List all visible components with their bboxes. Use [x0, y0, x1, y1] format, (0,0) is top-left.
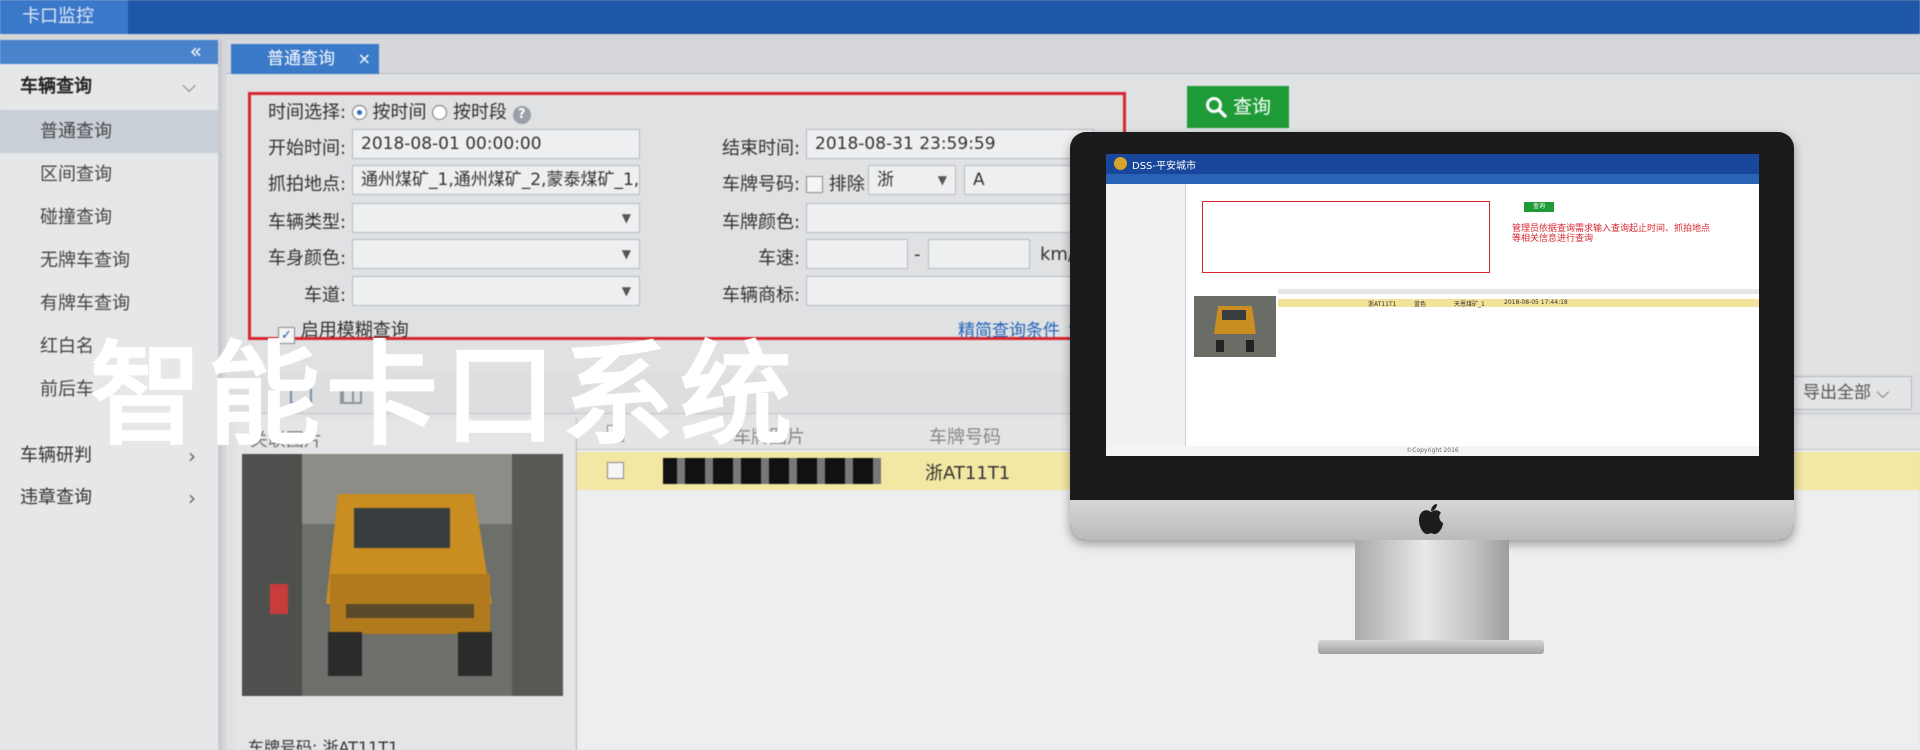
screen-list-row: 浙AT11T1 蓝色 天恩煤矿_1 2018-08-05 17:44:18: [1278, 299, 1759, 308]
speed-min-input[interactable]: [806, 239, 908, 269]
sidebar-group-label: 车辆查询: [20, 76, 92, 97]
police-badge-icon: [1114, 157, 1127, 170]
screen-list-header: [1278, 289, 1759, 294]
close-icon[interactable]: ×: [358, 44, 371, 74]
plate-province-select[interactable]: 浙 ▼: [868, 165, 956, 195]
monitor-foot: [1318, 640, 1544, 654]
sidebar-group-vehicle-query[interactable]: 车辆查询 ⌵: [0, 64, 218, 110]
tab-bayonet-monitor[interactable]: 卡口监控: [0, 0, 128, 34]
chevron-right-icon: ›: [188, 486, 196, 510]
chevron-down-icon: ⌵: [1876, 383, 1890, 403]
exclude-checkbox[interactable]: [806, 176, 823, 193]
screen-vehicle-photo: [1194, 296, 1276, 357]
screen-app-title: DSS-平安城市: [1132, 161, 1197, 172]
time-select-label: 时间选择:: [268, 102, 347, 123]
body-color-label: 车身颜色:: [268, 248, 347, 269]
screen-sidebar: [1106, 184, 1186, 456]
top-bar: 卡口监控: [0, 0, 1920, 34]
start-time-label: 开始时间:: [268, 138, 347, 159]
screen-annotation: 管理员依据查询需求输入查询起止时间、抓拍地点等相关信息进行查询: [1512, 224, 1711, 244]
chevron-down-icon: ▼: [621, 284, 631, 298]
end-time-label: 结束时间:: [722, 138, 801, 159]
row-plate-number: 浙AT11T1: [925, 463, 1011, 484]
location-input[interactable]: 通州煤矿_1,通州煤矿_2,蒙泰煤矿_1,: [352, 165, 640, 195]
truck-photo-icon: [242, 454, 563, 696]
plate-color-select[interactable]: ▼: [806, 203, 1094, 233]
screen-time: 2018-08-05 17:44:18: [1504, 299, 1568, 306]
tab-label: 普通查询: [267, 49, 335, 69]
speed-separator: -: [914, 244, 921, 265]
search-icon: [1206, 97, 1227, 118]
end-time-input[interactable]: 2018-08-31 23:59:59: [806, 129, 1094, 159]
screen-tab-bar: [1106, 174, 1759, 184]
screen-copyright: ©Copyright 2016: [1106, 446, 1759, 456]
vehicle-type-select[interactable]: ▼: [352, 203, 640, 233]
exclude-option[interactable]: 排除: [806, 170, 865, 196]
brand-label: 车辆商标:: [722, 285, 801, 306]
plate-province-value: 浙: [877, 170, 894, 190]
chevron-down-icon: ⌵: [182, 76, 196, 97]
screen-form-highlight: [1202, 201, 1490, 273]
search-label: 查询: [1233, 96, 1272, 118]
brand-select[interactable]: ▼: [806, 276, 1094, 306]
chevron-down-icon: ▼: [621, 247, 631, 261]
screen-color: 蓝色: [1414, 301, 1427, 308]
chevron-down-icon: ▼: [937, 173, 947, 187]
screen-location: 天恩煤矿_1: [1454, 301, 1485, 308]
lane-label: 车道:: [304, 285, 347, 306]
sidebar-item-collision-query[interactable]: 碰撞查询: [0, 196, 218, 239]
exclude-label: 排除: [828, 174, 865, 195]
sidebar-item-interval-query[interactable]: 区间查询: [0, 153, 218, 196]
plate-color-label: 车牌颜色:: [722, 212, 801, 233]
export-all-button[interactable]: 导出全部 ⌵: [1790, 376, 1912, 410]
sidebar-group-label: 车辆研判: [20, 445, 92, 466]
simplify-conditions-link[interactable]: 精简查询条件 ⌃: [958, 316, 1080, 341]
body-color-select[interactable]: ▼: [352, 239, 640, 269]
tab-normal-query[interactable]: 普通查询 ×: [231, 44, 379, 74]
time-select: 时间选择: 按时间 按时段 ?: [268, 98, 531, 124]
screen-header: DSS-平安城市: [1106, 154, 1759, 174]
collapse-icon[interactable]: «: [0, 40, 218, 64]
vehicle-photo: [242, 454, 563, 696]
lane-select[interactable]: ▼: [352, 276, 640, 306]
export-all-label: 导出全部: [1803, 383, 1871, 403]
sidebar-group-violation[interactable]: 违章查询 ›: [0, 477, 218, 519]
overlay-title: 智能卡口系统: [90, 331, 798, 461]
apple-logo-icon: [1419, 504, 1443, 535]
radio-by-time-label: 按时间: [372, 102, 427, 123]
sidebar-group-label: 违章查询: [20, 487, 92, 508]
radio-by-time[interactable]: [351, 105, 367, 120]
tab-strip: 普通查询 ×: [226, 40, 1920, 74]
start-time-input[interactable]: 2018-08-01 00:00:00: [352, 129, 640, 159]
sidebar-item-normal-query[interactable]: 普通查询: [0, 110, 218, 153]
radio-by-segment[interactable]: [432, 105, 448, 120]
plate-label: 车牌号码:: [722, 174, 801, 195]
col-plate-number: 车牌号码: [929, 427, 1001, 448]
sidebar-item-unplated-query[interactable]: 无牌车查询: [0, 239, 218, 282]
screen-truck-icon: [1194, 296, 1276, 357]
help-icon[interactable]: ?: [512, 106, 531, 124]
imac-monitor: DSS-平安城市 查询 管理员依据查询需求输入查询起止时间、抓拍地点等相关信息进…: [1070, 132, 1794, 540]
radio-by-segment-label: 按时段: [453, 102, 508, 123]
speed-label: 车速:: [758, 248, 801, 269]
screen-plate: 浙AT11T1: [1368, 301, 1397, 308]
chevron-down-icon: ▼: [621, 211, 631, 225]
speed-max-input[interactable]: [928, 239, 1030, 269]
vehicle-type-label: 车辆类型:: [268, 212, 347, 233]
screen-search-button: 查询: [1524, 202, 1554, 212]
search-button[interactable]: 查询: [1187, 86, 1289, 128]
simplify-label: 精简查询条件: [958, 321, 1060, 341]
detail-plate-text: 车牌号码: 浙AT11T1: [248, 738, 399, 750]
location-label: 抓拍地点:: [268, 174, 347, 195]
monitor-stand: [1355, 540, 1509, 646]
monitor-screen: DSS-平安城市 查询 管理员依据查询需求输入查询起止时间、抓拍地点等相关信息进…: [1106, 154, 1759, 456]
monitor-chin: [1070, 500, 1794, 540]
